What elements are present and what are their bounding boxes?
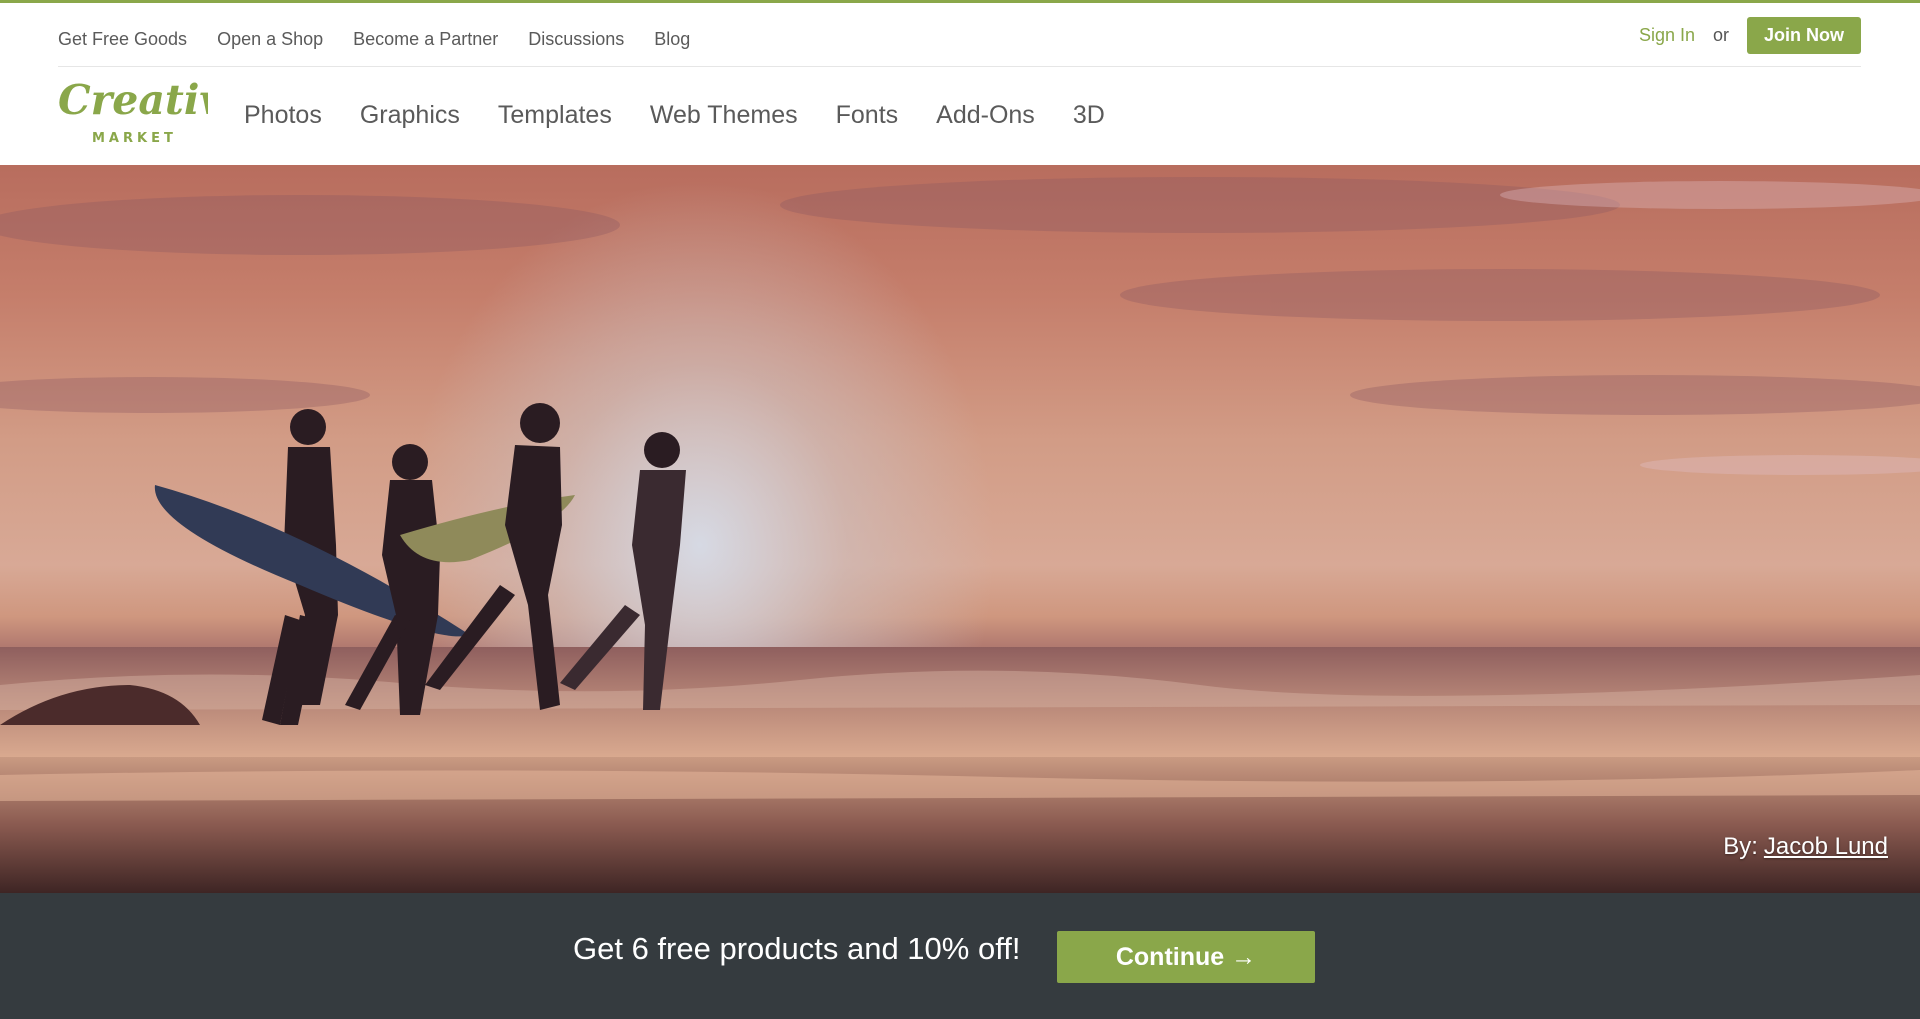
hero-illustration [0, 177, 1920, 893]
nav-web-themes[interactable]: Web Themes [650, 100, 798, 130]
photo-credit-label: By: [1723, 833, 1758, 860]
nav-templates[interactable]: Templates [498, 100, 612, 130]
link-open-a-shop[interactable]: Open a Shop [217, 27, 323, 51]
nav-photos[interactable]: Photos [244, 100, 322, 130]
link-blog[interactable]: Blog [654, 27, 690, 51]
continue-button[interactable]: Continue → [1057, 931, 1315, 983]
logo-sub: MARKET [92, 131, 177, 144]
auth-controls: Sign In or Join Now [1639, 17, 1861, 54]
nav-graphics[interactable]: Graphics [360, 100, 460, 130]
sign-in-link[interactable]: Sign In [1639, 25, 1695, 46]
logo-word: Creative [58, 80, 208, 124]
photo-credit-author-link[interactable]: Jacob Lund [1764, 833, 1888, 860]
promo-bar: Get 6 free products and 10% off! Continu… [0, 893, 1920, 1019]
page: Get Free Goods Open a Shop Become a Part… [0, 0, 1920, 1019]
clouds [0, 177, 1920, 415]
nav-add-ons[interactable]: Add-Ons [936, 100, 1035, 130]
photo-credit: By: Jacob Lund [1723, 833, 1888, 861]
creative-market-logo[interactable]: Creative MARKET [56, 80, 208, 144]
link-discussions[interactable]: Discussions [528, 27, 624, 51]
hero-image: By: Jacob Lund [0, 165, 1920, 893]
link-get-free-goods[interactable]: Get Free Goods [58, 27, 187, 51]
or-separator: or [1712, 25, 1729, 45]
main-nav: Creative MARKET Photos Graphics Template… [0, 68, 1920, 165]
nav-3d[interactable]: 3D [1073, 100, 1105, 130]
utility-links: Get Free Goods Open a Shop Become a Part… [58, 27, 690, 51]
promo-text: Get 6 free products and 10% off! [573, 931, 1021, 966]
category-nav: Photos Graphics Templates Web Themes Fon… [244, 100, 1105, 130]
utility-bar: Get Free Goods Open a Shop Become a Part… [58, 3, 1861, 67]
nav-fonts[interactable]: Fonts [836, 100, 899, 130]
join-now-button[interactable]: Join Now [1747, 17, 1861, 54]
link-become-a-partner[interactable]: Become a Partner [353, 27, 498, 51]
